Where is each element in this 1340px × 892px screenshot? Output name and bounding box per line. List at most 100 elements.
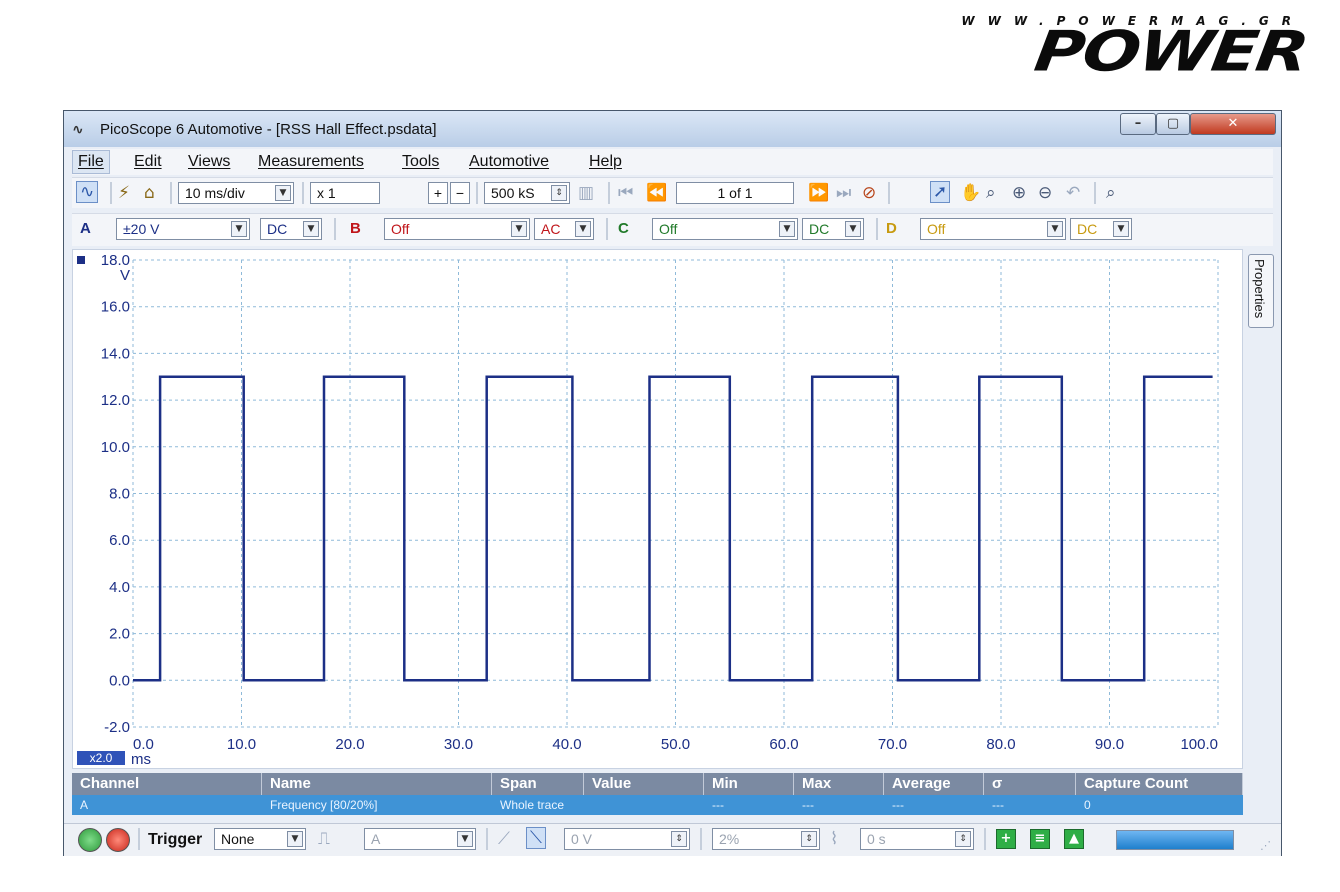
page-indicator-value: 1 of 1 bbox=[717, 185, 753, 201]
first-page-icon[interactable]: ⏮ bbox=[618, 183, 633, 203]
header-max[interactable]: Max bbox=[794, 773, 884, 795]
minimize-button[interactable]: – bbox=[1120, 113, 1156, 135]
last-page-icon[interactable]: ⏭ bbox=[836, 183, 851, 203]
trigger-mode-select[interactable]: None ▼ bbox=[214, 828, 306, 850]
edit-measurement-icon[interactable]: ≡ bbox=[1030, 829, 1050, 849]
close-button[interactable]: ✕ bbox=[1190, 113, 1276, 135]
zoom-factor-field[interactable]: x 1 bbox=[310, 182, 380, 204]
chevron-down-icon[interactable]: ▼ bbox=[287, 831, 303, 847]
timebase-select[interactable]: 10 ms/div ▼ bbox=[178, 182, 294, 204]
header-min[interactable]: Min bbox=[704, 773, 794, 795]
header-span[interactable]: Span bbox=[492, 773, 584, 795]
separator bbox=[302, 182, 304, 204]
zoom-minus-button[interactable]: − bbox=[450, 182, 470, 204]
stop-button[interactable] bbox=[106, 828, 130, 852]
status-bar: Trigger None ▼ ⎍ A ▼ ⟋ ⟍ 0 V ⇕ 2% ⇕ ⌇ 0 … bbox=[64, 823, 1281, 856]
waveform-chart[interactable]: 0.0 10.0 20.0 30.0 40.0 50.0 60.0 70.0 80.0 90.0 1… bbox=[73, 250, 1242, 768]
channel-d-label[interactable]: D bbox=[886, 219, 897, 239]
zoom-in-icon[interactable]: ⊕ bbox=[1012, 183, 1026, 203]
hand-tool-icon[interactable]: ✋ bbox=[960, 183, 981, 203]
header-name[interactable]: Name bbox=[262, 773, 492, 795]
auto-setup-icon[interactable]: ⚡ bbox=[118, 183, 130, 203]
hysteresis-field[interactable]: 2% ⇕ bbox=[712, 828, 820, 850]
zoom-overview-icon[interactable]: ⌕ bbox=[1106, 183, 1116, 203]
properties-tab[interactable]: Properties bbox=[1248, 254, 1274, 328]
header-sigma[interactable]: σ bbox=[984, 773, 1076, 795]
undo-zoom-icon[interactable]: ↶ bbox=[1066, 183, 1080, 203]
header-channel[interactable]: Channel bbox=[72, 773, 262, 795]
channel-b-range-value: Off bbox=[391, 221, 410, 237]
add-measurement-icon[interactable]: + bbox=[996, 829, 1016, 849]
maximize-button[interactable]: ▢ bbox=[1156, 113, 1190, 135]
pre-trigger-icon[interactable]: ⌇ bbox=[830, 829, 838, 849]
channel-c-coupling-select[interactable]: DC ▼ bbox=[802, 218, 864, 240]
properties-tab-label: Properties bbox=[1252, 259, 1267, 319]
header-value[interactable]: Value bbox=[584, 773, 704, 795]
spinner-icon[interactable]: ⇕ bbox=[551, 185, 567, 201]
trigger-threshold-field[interactable]: 0 V ⇕ bbox=[564, 828, 690, 850]
channel-a-range-select[interactable]: ±20 V ▼ bbox=[116, 218, 250, 240]
chevron-down-icon[interactable]: ▼ bbox=[303, 221, 319, 237]
menu-edit[interactable]: Edit bbox=[134, 153, 162, 171]
menu-file[interactable]: File bbox=[72, 150, 110, 174]
zoom-plus-button[interactable]: + bbox=[428, 182, 448, 204]
channel-a-coupling-select[interactable]: DC ▼ bbox=[260, 218, 322, 240]
previous-page-icon[interactable]: ⏪ bbox=[646, 183, 667, 203]
chevron-down-icon[interactable]: ▼ bbox=[1047, 221, 1063, 237]
header-capture-count[interactable]: Capture Count bbox=[1076, 773, 1243, 795]
home-icon[interactable]: ⌂ bbox=[144, 183, 155, 203]
scope-view[interactable]: 0.0 10.0 20.0 30.0 40.0 50.0 60.0 70.0 80.0 90.0 1… bbox=[72, 249, 1243, 769]
samples-field[interactable]: 500 kS ⇕ bbox=[484, 182, 570, 204]
trigger-channel-select[interactable]: A ▼ bbox=[364, 828, 476, 850]
x-unit-label: ms bbox=[131, 751, 151, 768]
chevron-down-icon[interactable]: ▼ bbox=[231, 221, 247, 237]
menu-tools[interactable]: Tools bbox=[402, 153, 439, 171]
menu-automotive[interactable]: Automotive bbox=[469, 153, 549, 171]
separator bbox=[700, 828, 702, 850]
separator bbox=[888, 182, 890, 204]
channel-b-coupling-select[interactable]: AC ▼ bbox=[534, 218, 594, 240]
chevron-down-icon[interactable]: ▼ bbox=[779, 221, 795, 237]
spinner-icon[interactable]: ⇕ bbox=[801, 831, 817, 847]
chevron-down-icon[interactable]: ▼ bbox=[275, 185, 291, 201]
y-tick-label: 2.0 bbox=[109, 626, 130, 643]
bar-chart-icon[interactable]: ▥ bbox=[578, 183, 594, 203]
spinner-icon[interactable]: ⇕ bbox=[671, 831, 687, 847]
chevron-down-icon[interactable]: ▼ bbox=[457, 831, 473, 847]
x-tick-label: 60.0 bbox=[769, 736, 798, 753]
start-button[interactable] bbox=[78, 828, 102, 852]
header-average[interactable]: Average bbox=[884, 773, 984, 795]
table-row[interactable]: A Frequency [80/20%] Whole trace --- ---… bbox=[72, 795, 1243, 815]
channel-d-coupling-select[interactable]: DC ▼ bbox=[1070, 218, 1132, 240]
navigator-icon[interactable]: ⊘ bbox=[862, 183, 876, 203]
menu-help[interactable]: Help bbox=[589, 153, 622, 171]
menu-measurements[interactable]: Measurements bbox=[258, 153, 364, 171]
channel-b-range-select[interactable]: Off ▼ bbox=[384, 218, 530, 240]
zoom-region-icon[interactable]: ⌕ bbox=[986, 183, 996, 203]
next-page-icon[interactable]: ⏩ bbox=[808, 183, 829, 203]
spinner-icon[interactable]: ⇕ bbox=[955, 831, 971, 847]
channel-c-range-select[interactable]: Off ▼ bbox=[652, 218, 798, 240]
rising-edge-icon[interactable]: ⟋ bbox=[498, 829, 510, 849]
chevron-down-icon[interactable]: ▼ bbox=[511, 221, 527, 237]
remove-measurement-icon[interactable]: ▲ bbox=[1064, 829, 1084, 849]
zoom-factor-value: x 1 bbox=[317, 185, 336, 201]
scope-mode-icon[interactable]: ∿ bbox=[76, 181, 99, 203]
channel-b-label[interactable]: B bbox=[350, 219, 361, 239]
x-tick-label: 70.0 bbox=[878, 736, 907, 753]
chevron-down-icon[interactable]: ▼ bbox=[1113, 221, 1129, 237]
trigger-type-icon[interactable]: ⎍ bbox=[318, 829, 330, 849]
menu-views[interactable]: Views bbox=[188, 153, 230, 171]
pointer-tool-icon[interactable]: ➚ bbox=[930, 181, 951, 203]
chevron-down-icon[interactable]: ▼ bbox=[845, 221, 861, 237]
chevron-down-icon[interactable]: ▼ bbox=[575, 221, 591, 237]
trigger-delay-field[interactable]: 0 s ⇕ bbox=[860, 828, 974, 850]
channel-a-label[interactable]: A bbox=[80, 219, 91, 239]
channel-d-range-select[interactable]: Off ▼ bbox=[920, 218, 1066, 240]
falling-edge-icon[interactable]: ⟍ bbox=[526, 827, 546, 849]
zoom-out-icon[interactable]: ⊖ bbox=[1038, 183, 1052, 203]
separator bbox=[486, 828, 488, 850]
channel-c-label[interactable]: C bbox=[618, 219, 629, 239]
capture-progress-fill bbox=[1117, 831, 1233, 849]
resize-grip-icon[interactable]: ⋰ bbox=[1260, 836, 1271, 856]
